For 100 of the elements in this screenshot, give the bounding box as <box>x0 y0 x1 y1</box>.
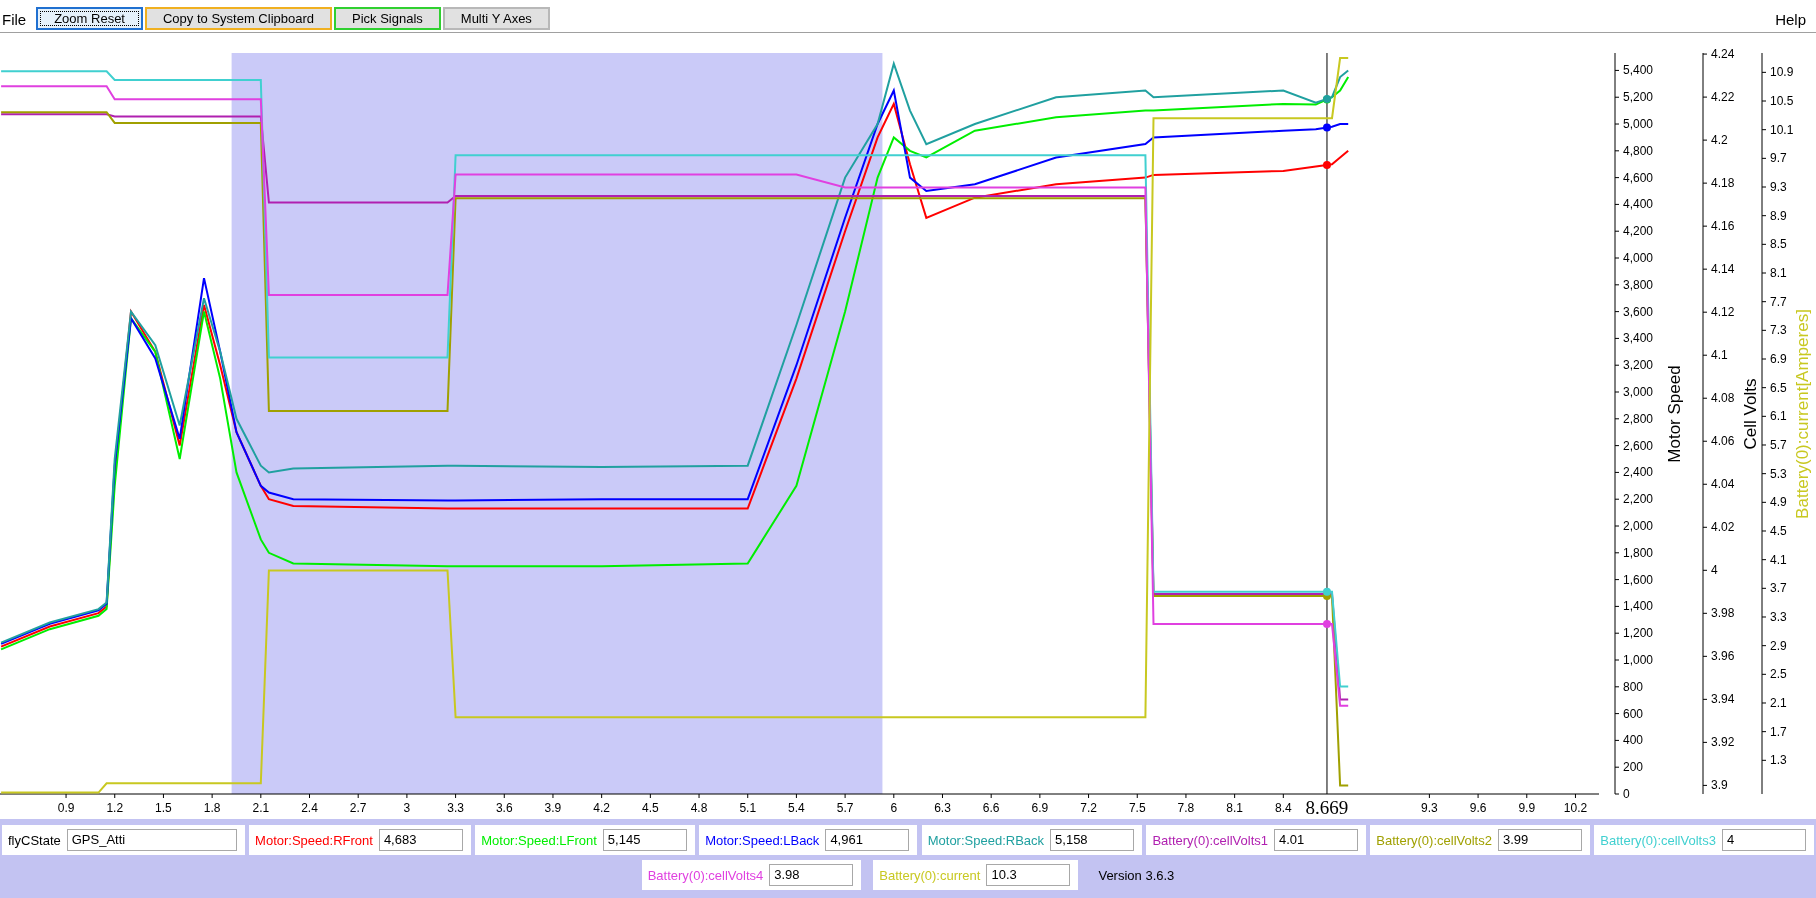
cursor-line[interactable] <box>1326 52 1328 795</box>
value-field[interactable]: 3.98 <box>769 864 854 886</box>
axis-tick-label: 800 <box>1623 679 1644 694</box>
axis-tick-label: 3.96 <box>1711 649 1735 664</box>
toolbar-button[interactable]: Zoom Reset <box>36 7 143 30</box>
axis-tick-label: 6.3 <box>934 801 951 815</box>
axis-tick-label: 1.3 <box>1770 753 1787 768</box>
axis-tick-label: 4,000 <box>1623 251 1654 265</box>
axis-tick-label: 3,400 <box>1623 331 1654 346</box>
axis-tick-label: 5.1 <box>739 801 757 815</box>
axis-tick-label: 3.9 <box>544 801 562 815</box>
axis-tick-label: 4.9 <box>1770 495 1787 510</box>
axis-tick-label: 1,800 <box>1623 545 1654 560</box>
axis-tick-label: 2,800 <box>1623 411 1654 426</box>
axis-tick-label: 9.7 <box>1770 151 1787 166</box>
axis-tick-label: 5,200 <box>1623 90 1654 105</box>
axis-tick-label: 2,000 <box>1623 519 1654 533</box>
axis-tick-label: 3 <box>403 801 411 815</box>
axis-tick-label: 9.3 <box>1770 180 1787 194</box>
axis-tick-label: 4.24 <box>1711 47 1735 62</box>
toolbar-button[interactable]: Copy to System Clipboard <box>145 7 332 30</box>
axis-tick-label: 4.12 <box>1711 305 1735 320</box>
cursor-value-label: 8.669 <box>1305 797 1349 818</box>
axis-tick-label: 4.2 <box>593 801 610 815</box>
axis-tick-label: 2.1 <box>252 801 270 815</box>
signal-label: Battery(0):cellVolts4 <box>647 867 764 883</box>
axis-tick-label: 4.08 <box>1711 391 1735 406</box>
toolbar-button[interactable]: Multi Y Axes <box>442 7 550 30</box>
signal-label: Battery(0):cellVolts3 <box>1600 832 1716 848</box>
axis-tick-label: 4.06 <box>1711 434 1735 449</box>
axis-tick-label: 8.4 <box>1275 801 1292 815</box>
value-field[interactable]: 4 <box>1721 829 1806 851</box>
axis-tick-label: 5.7 <box>836 801 854 815</box>
axis-tick-label: 6 <box>890 801 898 815</box>
axis-tick-label: 3.98 <box>1711 606 1735 621</box>
axis-tick-label: 2.7 <box>349 801 367 815</box>
axis-tick-label: 4.8 <box>690 801 708 815</box>
signal-label: flyCState <box>8 832 61 848</box>
axis-tick-label: 6.5 <box>1770 380 1787 395</box>
axis-tick-label: 9.9 <box>1518 801 1536 815</box>
axis-tick-label: 4.2 <box>1711 133 1728 148</box>
signal-label: Battery(0):cellVolts2 <box>1376 832 1492 848</box>
signal-label: Motor:Speed:RFront <box>255 832 373 848</box>
menu-item[interactable]: Help <box>1775 11 1806 28</box>
axis-tick-label: 7.5 <box>1128 801 1146 815</box>
axis-tick-label: 4.1 <box>1770 552 1787 567</box>
axis-tick-label: 7.8 <box>1177 801 1195 815</box>
axis-tick-label: 8.5 <box>1770 237 1787 252</box>
toolbar-button[interactable]: Pick Signals <box>334 7 441 30</box>
axis-tick-label: 2.9 <box>1770 638 1787 653</box>
menu-item[interactable]: File <box>2 11 27 28</box>
axis-title: Motor Speed <box>1665 365 1684 463</box>
axis-tick-label: 8.1 <box>1770 266 1787 280</box>
signal-label: Battery(0):current <box>879 867 981 883</box>
axis-tick-label: 4.22 <box>1711 90 1735 105</box>
signal-label: Motor:Speed:LBack <box>705 832 820 848</box>
value-field[interactable]: 5,145 <box>602 829 687 851</box>
value-field[interactable]: GPS_Atti <box>66 829 237 851</box>
axis-tick-label: 1.7 <box>1770 724 1787 739</box>
axis-tick-label: 4,800 <box>1623 143 1654 158</box>
value-field[interactable]: 3.99 <box>1497 829 1582 851</box>
axis-tick-label: 0.9 <box>57 801 75 815</box>
axis-tick-label: 400 <box>1623 733 1644 748</box>
axis-tick-label: 4,200 <box>1623 224 1654 239</box>
axis-tick-label: 3,800 <box>1623 277 1654 292</box>
axis-tick-label: 4.16 <box>1711 219 1735 234</box>
axis-tick-label: 2.1 <box>1770 696 1787 710</box>
axis-tick-label: 1.2 <box>106 801 124 815</box>
axis-tick-label: 5,400 <box>1623 63 1654 78</box>
axis-tick-label: 5.3 <box>1770 466 1787 481</box>
axis-tick-label: 1.8 <box>203 801 221 815</box>
axis-tick-label: 1,600 <box>1623 572 1654 587</box>
value-field[interactable]: 4.01 <box>1274 829 1358 851</box>
axis-title: Battery(0):current[Amperes] <box>1793 309 1812 519</box>
value-field[interactable]: 5,158 <box>1050 829 1135 851</box>
axis-tick-label: 10.5 <box>1770 94 1794 108</box>
axis-tick-label: 2.4 <box>301 801 318 815</box>
axis-tick-label: 10.1 <box>1770 122 1794 137</box>
axis-tick-label: 6.9 <box>1770 352 1787 366</box>
axis-tick-label: 4.18 <box>1711 176 1735 191</box>
version-text: Version 3.6.3 <box>1098 867 1175 883</box>
signal-label: Motor:Speed:RBack <box>927 832 1045 848</box>
axis-tick-label: 5.7 <box>1770 438 1787 452</box>
value-field[interactable]: 10.3 <box>986 864 1071 886</box>
axis-tick-label: 7.7 <box>1770 294 1787 309</box>
axis-tick-label: 1,000 <box>1623 653 1654 667</box>
axis-tick-label: 4.14 <box>1711 262 1735 277</box>
signal-label: Battery(0):cellVolts1 <box>1152 832 1268 848</box>
axis-tick-label: 6.9 <box>1031 801 1049 815</box>
axis-title: Cell Volts <box>1741 378 1760 450</box>
value-field[interactable]: 4,683 <box>378 829 463 851</box>
axis-tick-label: 10.2 <box>1563 801 1588 815</box>
axis-tick-label: 7.2 <box>1080 801 1097 815</box>
axis-tick-label: 1.5 <box>155 801 172 815</box>
axis-tick-label: 4 <box>1711 563 1718 578</box>
axis-tick-label: 4.5 <box>1770 524 1787 538</box>
axis-tick-label: 4,600 <box>1623 170 1654 185</box>
axis-tick-label: 3.94 <box>1711 692 1735 707</box>
value-field[interactable]: 4,961 <box>825 829 910 851</box>
axis-tick-label: 1,200 <box>1623 626 1654 641</box>
